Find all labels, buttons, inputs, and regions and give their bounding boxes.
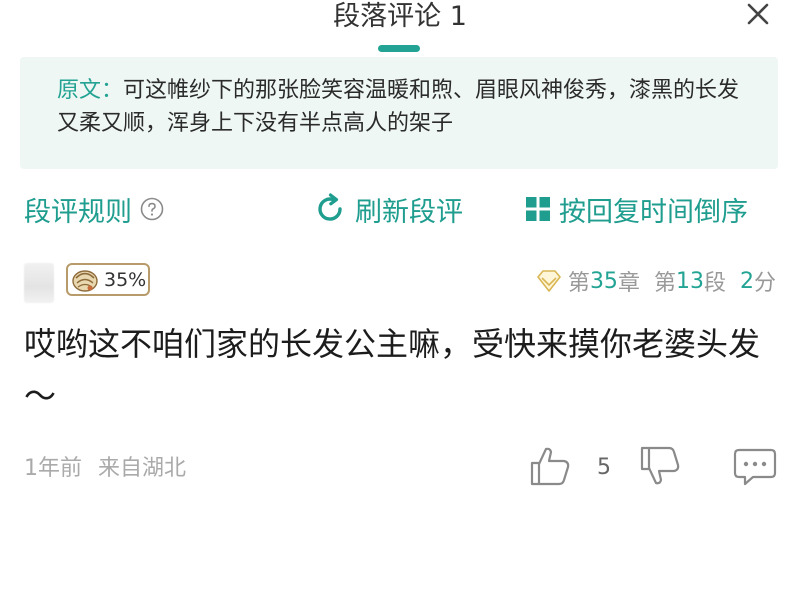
fan-level-value: 35%	[104, 268, 147, 291]
segment-prefix: 第	[653, 271, 676, 296]
score-number: 2	[739, 268, 754, 294]
badge-emblem-icon	[72, 269, 98, 292]
segment-suffix: 段	[703, 271, 726, 296]
original-text-box: 原文：可这帷纱下的那张脸笑容温暖和煦、眉眼风神俊秀，漆黑的长发又柔又顺，浑身上下…	[20, 57, 778, 169]
sort-order-button[interactable]: 按回复时间倒序	[525, 189, 748, 229]
help-icon	[140, 197, 164, 221]
sort-order-label: 按回复时间倒序	[559, 196, 748, 228]
comment-location-meta: 第 35 章 第 13 段 2分	[536, 264, 776, 298]
original-text-content: 可这帷纱下的那张脸笑容温暖和煦、眉眼风神俊秀，漆黑的长发又柔又顺，浑身上下没有半…	[57, 78, 740, 136]
comment-footer: 1年前 来自湖北	[24, 450, 186, 482]
refresh-comments-label: 刷新段评	[355, 196, 463, 228]
comment-rules-label: 段评规则	[24, 196, 132, 228]
thumbs-up-icon[interactable]	[528, 444, 572, 488]
comment-location: 来自湖北	[98, 456, 187, 481]
segment-number: 13	[675, 268, 704, 294]
chapter-prefix: 第	[567, 271, 590, 296]
reply-comment-icon[interactable]	[733, 447, 777, 487]
fan-level-badge[interactable]: 35%	[66, 263, 150, 296]
close-icon[interactable]	[744, 0, 772, 28]
avatar[interactable]	[24, 263, 54, 303]
chapter-suffix: 章	[617, 271, 640, 296]
comment-time: 1年前	[24, 456, 82, 481]
refresh-comments-button[interactable]: 刷新段评	[313, 189, 463, 229]
comment-text: 哎哟这不咱们家的长发公主嘛，受快来摸你老婆头发～	[24, 325, 761, 415]
thumbs-down-icon[interactable]	[638, 444, 682, 488]
tab-indicator	[378, 45, 420, 52]
page-title: 段落评论 1	[333, 1, 467, 32]
comment-rules-button[interactable]: 段评规则	[24, 189, 164, 229]
original-text: 原文：可这帷纱下的那张脸笑容温暖和煦、眉眼风神俊秀，漆黑的长发又柔又顺，浑身上下…	[57, 74, 747, 140]
diamond-icon	[537, 270, 561, 292]
like-count: 5	[597, 455, 611, 480]
grid-icon	[526, 197, 550, 221]
score-suffix: 分	[753, 271, 776, 296]
refresh-icon	[318, 193, 342, 221]
chapter-number: 35	[589, 268, 618, 294]
original-text-label: 原文：	[57, 78, 124, 103]
